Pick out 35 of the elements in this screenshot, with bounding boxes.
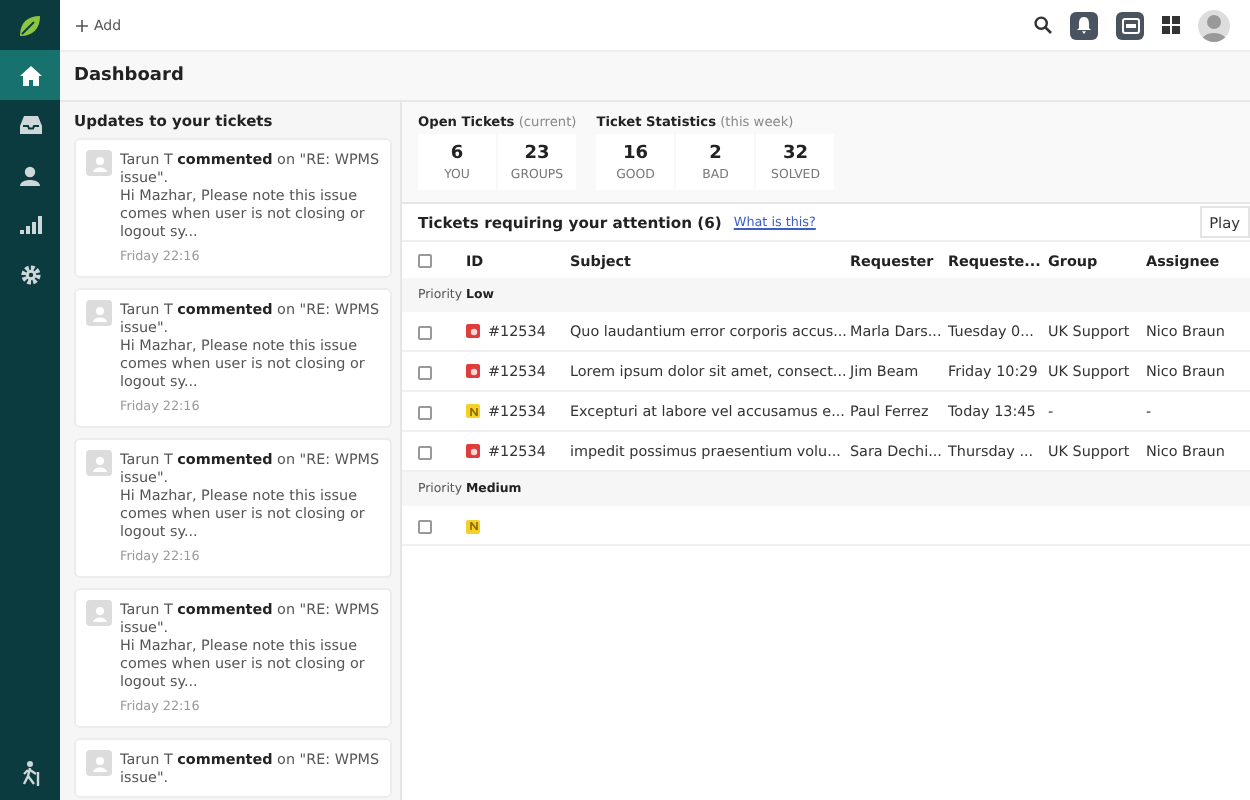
bell-icon[interactable] [1070, 11, 1098, 39]
page-title: Dashboard [74, 66, 184, 86]
home-icon [19, 65, 41, 85]
user-icon [20, 165, 40, 185]
stat-value: 6 [450, 143, 464, 163]
grid-icon[interactable] [1162, 16, 1180, 34]
status-icon [466, 404, 480, 419]
avatar-icon[interactable] [1198, 9, 1230, 41]
checkbox[interactable] [418, 445, 432, 460]
status-icon [466, 519, 480, 533]
avatar-icon [86, 150, 112, 176]
avatar-icon [86, 300, 112, 326]
checkbox[interactable] [418, 325, 432, 340]
search-icon[interactable] [1034, 16, 1052, 34]
settings-icon [19, 264, 41, 286]
checkbox[interactable] [418, 254, 432, 269]
stat-value: 32 [783, 143, 809, 163]
calendar-icon[interactable] [1116, 11, 1144, 39]
status-icon [466, 444, 480, 459]
checkbox[interactable] [418, 365, 432, 380]
checkbox[interactable] [418, 405, 432, 420]
status-icon [466, 364, 480, 379]
avatar-icon [86, 450, 112, 476]
avatar-icon [86, 750, 112, 776]
nav-item[interactable] [0, 50, 60, 100]
checkbox[interactable] [418, 519, 432, 534]
stat-value: 16 [623, 143, 649, 163]
stat-value: 2 [709, 143, 722, 163]
status-icon [466, 324, 480, 339]
inbox-icon [19, 116, 41, 134]
bar-chart-icon [19, 216, 41, 234]
avatar-icon [86, 600, 112, 626]
hiker-icon[interactable] [17, 760, 43, 786]
stat-value: 23 [524, 143, 550, 163]
plus-icon [76, 19, 88, 31]
